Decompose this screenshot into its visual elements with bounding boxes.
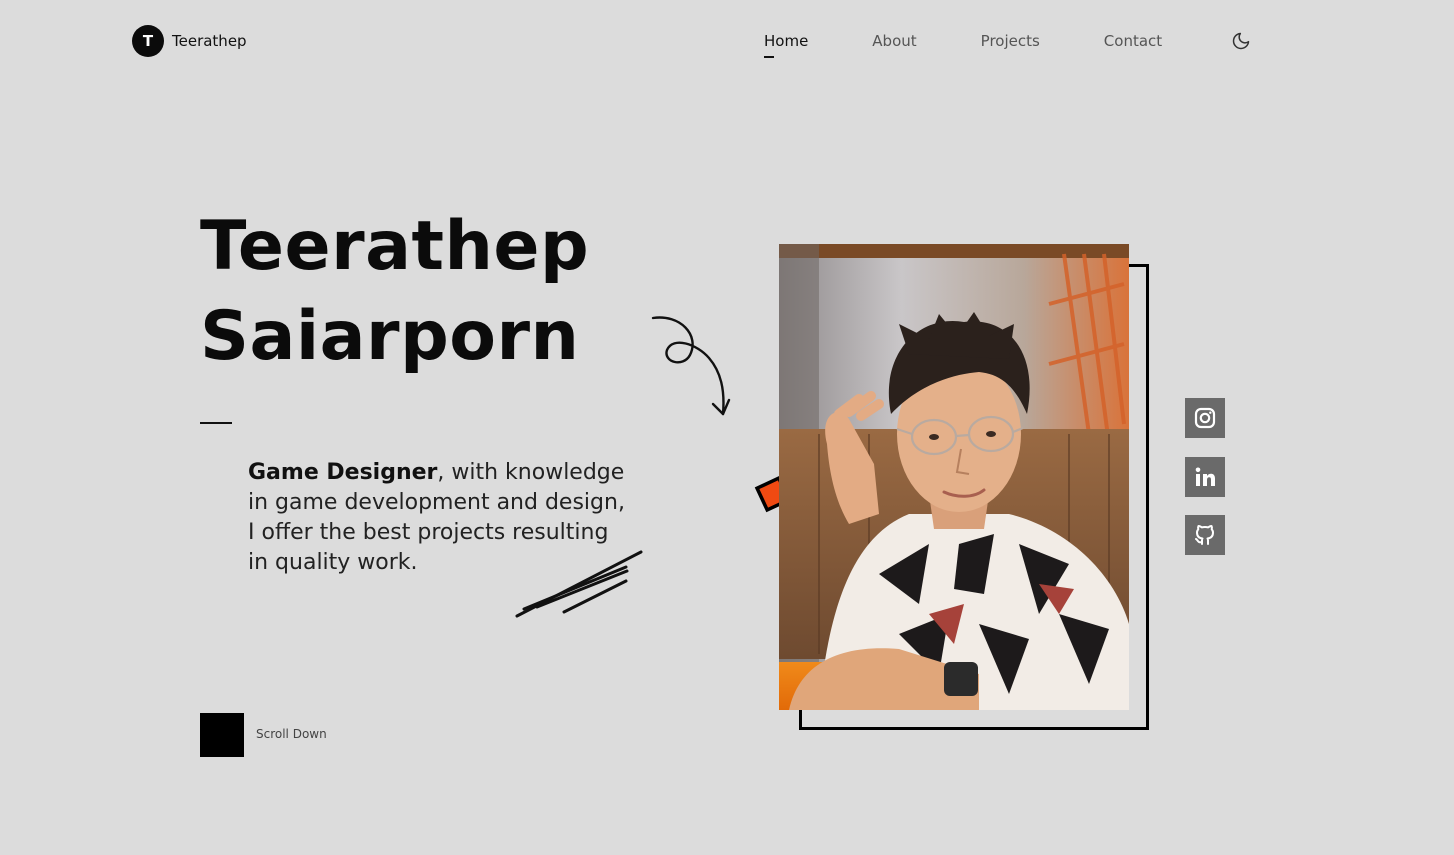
linkedin-link[interactable] — [1185, 457, 1225, 497]
profile-photo — [779, 244, 1129, 710]
hero-name: Teerathep Saiarporn — [200, 202, 589, 382]
page: T Teerathep Home About Projects Contact … — [0, 0, 1454, 855]
linkedin-icon — [1195, 467, 1215, 486]
hero-name-last: Saiarporn — [200, 297, 580, 376]
github-icon — [1195, 525, 1214, 545]
main-nav: Home About Projects Contact — [764, 31, 1162, 58]
instagram-link[interactable] — [1185, 398, 1225, 438]
hero-divider — [200, 422, 232, 424]
moon-icon — [1232, 32, 1250, 50]
github-link[interactable] — [1185, 515, 1225, 555]
brand-logo[interactable]: T Teerathep — [132, 25, 247, 57]
hero-role: Game Designer — [248, 460, 438, 485]
nav-contact[interactable]: Contact — [1104, 31, 1162, 51]
nav-projects[interactable]: Projects — [981, 31, 1040, 51]
curly-arrow-decoration — [651, 316, 731, 416]
profile-photo-illustration — [779, 244, 1129, 710]
nav-about[interactable]: About — [872, 31, 916, 51]
scroll-down-label[interactable]: Scroll Down — [256, 727, 327, 741]
hero-name-first: Teerathep — [200, 207, 590, 286]
instagram-icon — [1194, 407, 1216, 429]
theme-toggle-button[interactable] — [1231, 31, 1251, 51]
nav-home[interactable]: Home — [764, 31, 808, 58]
brand-name: Teerathep — [172, 32, 247, 50]
scribble-decoration — [515, 550, 643, 618]
scroll-down-button[interactable] — [200, 713, 244, 757]
logo-mark: T — [132, 25, 164, 57]
